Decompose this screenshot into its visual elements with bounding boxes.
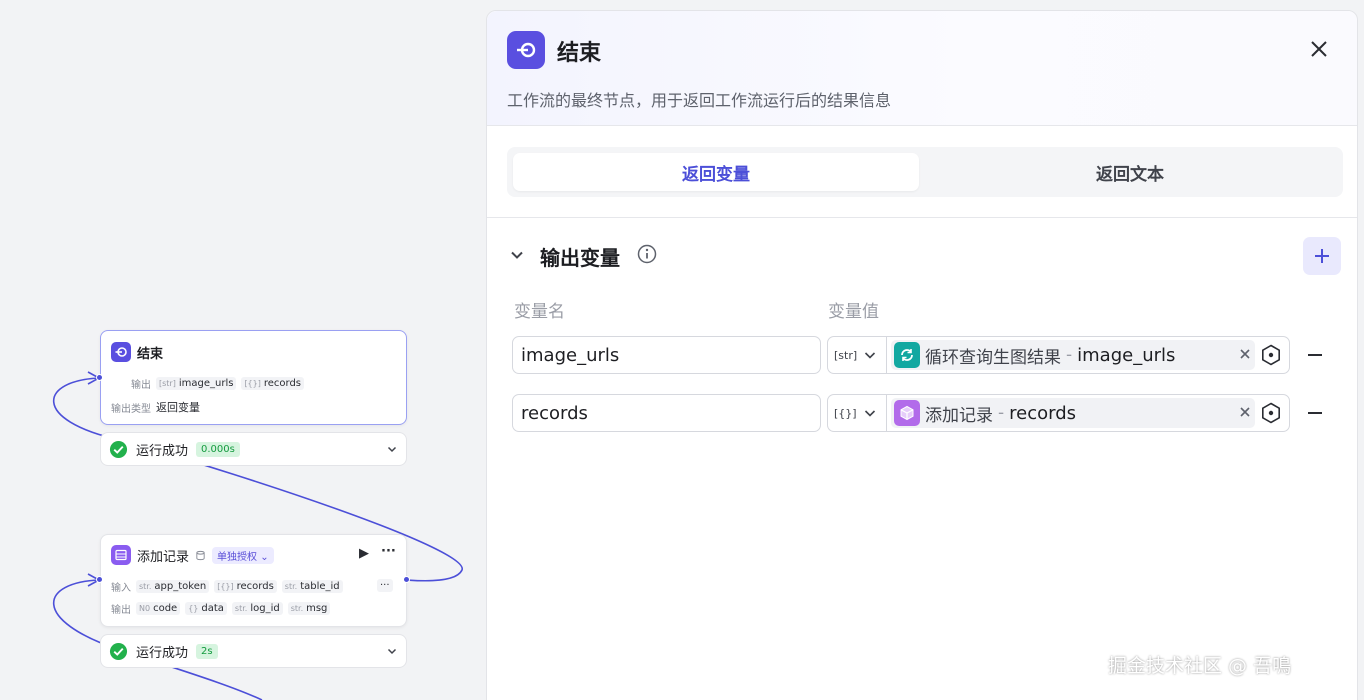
variable-value-selector[interactable]: [{}] 添加记录 - records <box>827 394 1290 432</box>
output-chip: {} data <box>185 602 227 615</box>
tab-return-text[interactable]: 返回文本 <box>927 153 1333 191</box>
remove-variable-button[interactable] <box>1305 345 1325 365</box>
panel-header: 结束 工作流的最终节点，用于返回工作流运行后的结果信息 <box>487 11 1357 126</box>
end-output-label: 输出 <box>131 380 151 391</box>
section-title: 输出变量 <box>540 246 620 270</box>
output-type-label: 输出类型 <box>111 403 151 415</box>
variable-name-input[interactable] <box>512 336 821 374</box>
workflow-canvas[interactable]: 结束 输出 [str] image_urls [{}] records 输出类型 返… <box>0 0 490 700</box>
output-chip: [{}] records <box>241 377 305 390</box>
chevron-down-icon[interactable] <box>509 247 525 263</box>
variable-name-input[interactable] <box>512 394 821 432</box>
status-time-badge: 2s <box>196 643 218 659</box>
panel-description: 工作流的最终节点，用于返回工作流运行后的结果信息 <box>507 91 892 110</box>
info-icon[interactable] <box>637 244 657 264</box>
record-run-status[interactable]: 运行成功 2s <box>100 634 407 668</box>
success-check-icon <box>109 642 128 660</box>
output-chip: [str] image_urls <box>156 377 237 390</box>
chevron-down-icon[interactable] <box>386 645 398 657</box>
type-label: [str] <box>834 348 858 362</box>
output-chip: N0 code <box>136 602 181 615</box>
auth-tag[interactable]: 单独授权 ⌄ <box>212 546 274 564</box>
ref-node-name: 添加记录 <box>925 405 993 426</box>
end-input-port[interactable] <box>96 374 103 381</box>
close-icon <box>1311 41 1327 57</box>
run-button[interactable]: ▶ <box>359 546 369 561</box>
input-chip: [{}] records <box>214 580 277 593</box>
loop-icon <box>894 342 920 368</box>
remove-variable-button[interactable] <box>1305 403 1325 423</box>
more-inputs-icon[interactable]: ··· <box>377 579 393 592</box>
watermark: 掘金技术社区 @ 吾鳴 <box>1108 655 1292 677</box>
minus-icon <box>1308 354 1322 356</box>
add-variable-button[interactable] <box>1303 237 1341 275</box>
more-button[interactable]: ··· <box>381 544 396 559</box>
input-chip: str. table_id <box>281 580 343 593</box>
end-run-status[interactable]: 运行成功 0.000s <box>100 432 407 466</box>
column-header-name: 变量名 <box>514 302 565 322</box>
divider <box>487 217 1357 218</box>
ref-node-name: 循环查询生图结果 <box>925 347 1061 368</box>
panel-title: 结束 <box>557 41 602 66</box>
variable-settings-icon[interactable] <box>1260 344 1282 366</box>
plus-icon <box>1315 249 1329 263</box>
return-mode-tabs: 返回变量 返回文本 <box>507 147 1343 197</box>
output-label: 输出 <box>111 605 131 616</box>
tab-return-variables[interactable]: 返回变量 <box>513 153 919 191</box>
variable-settings-icon[interactable] <box>1260 402 1282 424</box>
chevron-down-icon <box>865 352 876 359</box>
type-select[interactable]: [str] <box>828 337 887 373</box>
minus-icon <box>1308 412 1322 414</box>
ref-separator: - <box>1066 345 1073 365</box>
output-chip: str. msg <box>287 602 331 615</box>
record-output-port[interactable] <box>403 576 410 583</box>
ref-variable-name: records <box>1009 402 1077 424</box>
clear-reference-icon[interactable] <box>1238 405 1252 419</box>
variable-reference[interactable]: 循环查询生图结果 - image_urls <box>891 340 1255 370</box>
add-record-node[interactable]: 添加记录 单独授权 ⌄ ▶ ··· 输入 str. app_token [{}] r… <box>100 534 407 627</box>
input-chip: str. app_token <box>136 580 210 593</box>
record-node-title: 添加记录 <box>137 549 190 565</box>
type-label: [{}] <box>834 406 857 420</box>
input-label: 输入 <box>111 583 131 594</box>
cube-icon <box>894 400 920 426</box>
end-node-title: 结束 <box>137 346 164 362</box>
chevron-down-icon <box>864 410 875 417</box>
output-type-value: 返回变量 <box>156 401 200 414</box>
type-select[interactable]: [{}] <box>828 395 887 431</box>
output-chip: str. log_id <box>231 602 283 615</box>
chevron-down-icon[interactable] <box>386 443 398 455</box>
node-config-panel: 结束 工作流的最终节点，用于返回工作流运行后的结果信息 返回变量 返回文本 输出… <box>486 10 1358 700</box>
ref-separator: - <box>998 403 1005 423</box>
end-node[interactable]: 结束 输出 [str] image_urls [{}] records 输出类型 返… <box>100 330 407 425</box>
status-text: 运行成功 <box>136 443 189 459</box>
variable-reference[interactable]: 添加记录 - records <box>891 398 1255 428</box>
status-text: 运行成功 <box>136 645 189 661</box>
variable-value-selector[interactable]: [str] 循环查询生图结果 - image_urls <box>827 336 1290 374</box>
column-header-value: 变量值 <box>828 302 879 322</box>
table-icon <box>111 545 131 565</box>
end-icon <box>507 31 545 69</box>
status-time-badge: 0.000s <box>196 441 240 457</box>
success-check-icon <box>109 440 128 458</box>
clear-reference-icon[interactable] <box>1238 347 1252 361</box>
ref-variable-name: image_urls <box>1077 344 1176 366</box>
database-icon <box>196 550 205 560</box>
close-button[interactable] <box>1305 35 1333 63</box>
record-input-port[interactable] <box>96 576 103 583</box>
end-icon <box>111 342 131 362</box>
